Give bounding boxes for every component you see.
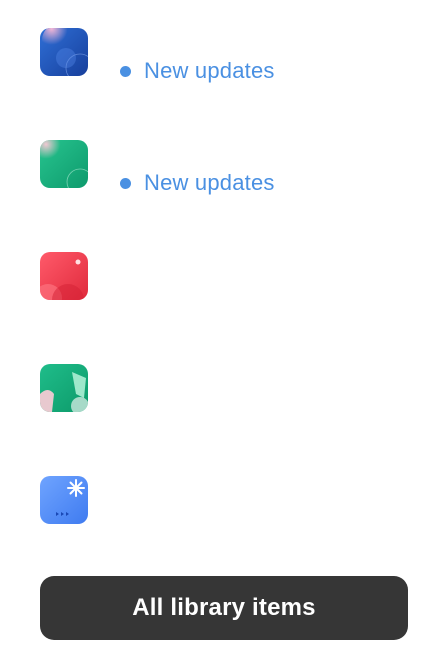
update-status: New updates	[120, 58, 275, 84]
library-item[interactable]	[0, 224, 448, 336]
update-status: New updates	[120, 170, 275, 196]
new-updates-dot-icon	[120, 65, 131, 77]
all-library-items-button[interactable]: All library items	[40, 576, 408, 640]
blue-artwork-thumbnail-icon	[40, 28, 88, 76]
green-artwork-thumbnail-icon	[40, 140, 88, 188]
status-label: New updates	[144, 58, 275, 83]
library-item[interactable]	[0, 336, 448, 448]
green-abstract-thumbnail-icon	[40, 364, 88, 412]
new-updates-dot-icon	[120, 177, 131, 189]
status-label: New updates	[144, 170, 275, 195]
library-item[interactable]	[0, 448, 448, 560]
blue-sparkle-thumbnail-icon	[40, 476, 88, 524]
library-item[interactable]: New updates	[0, 112, 448, 224]
red-artwork-thumbnail-icon	[40, 252, 88, 300]
library-item[interactable]: New updates	[0, 0, 448, 112]
